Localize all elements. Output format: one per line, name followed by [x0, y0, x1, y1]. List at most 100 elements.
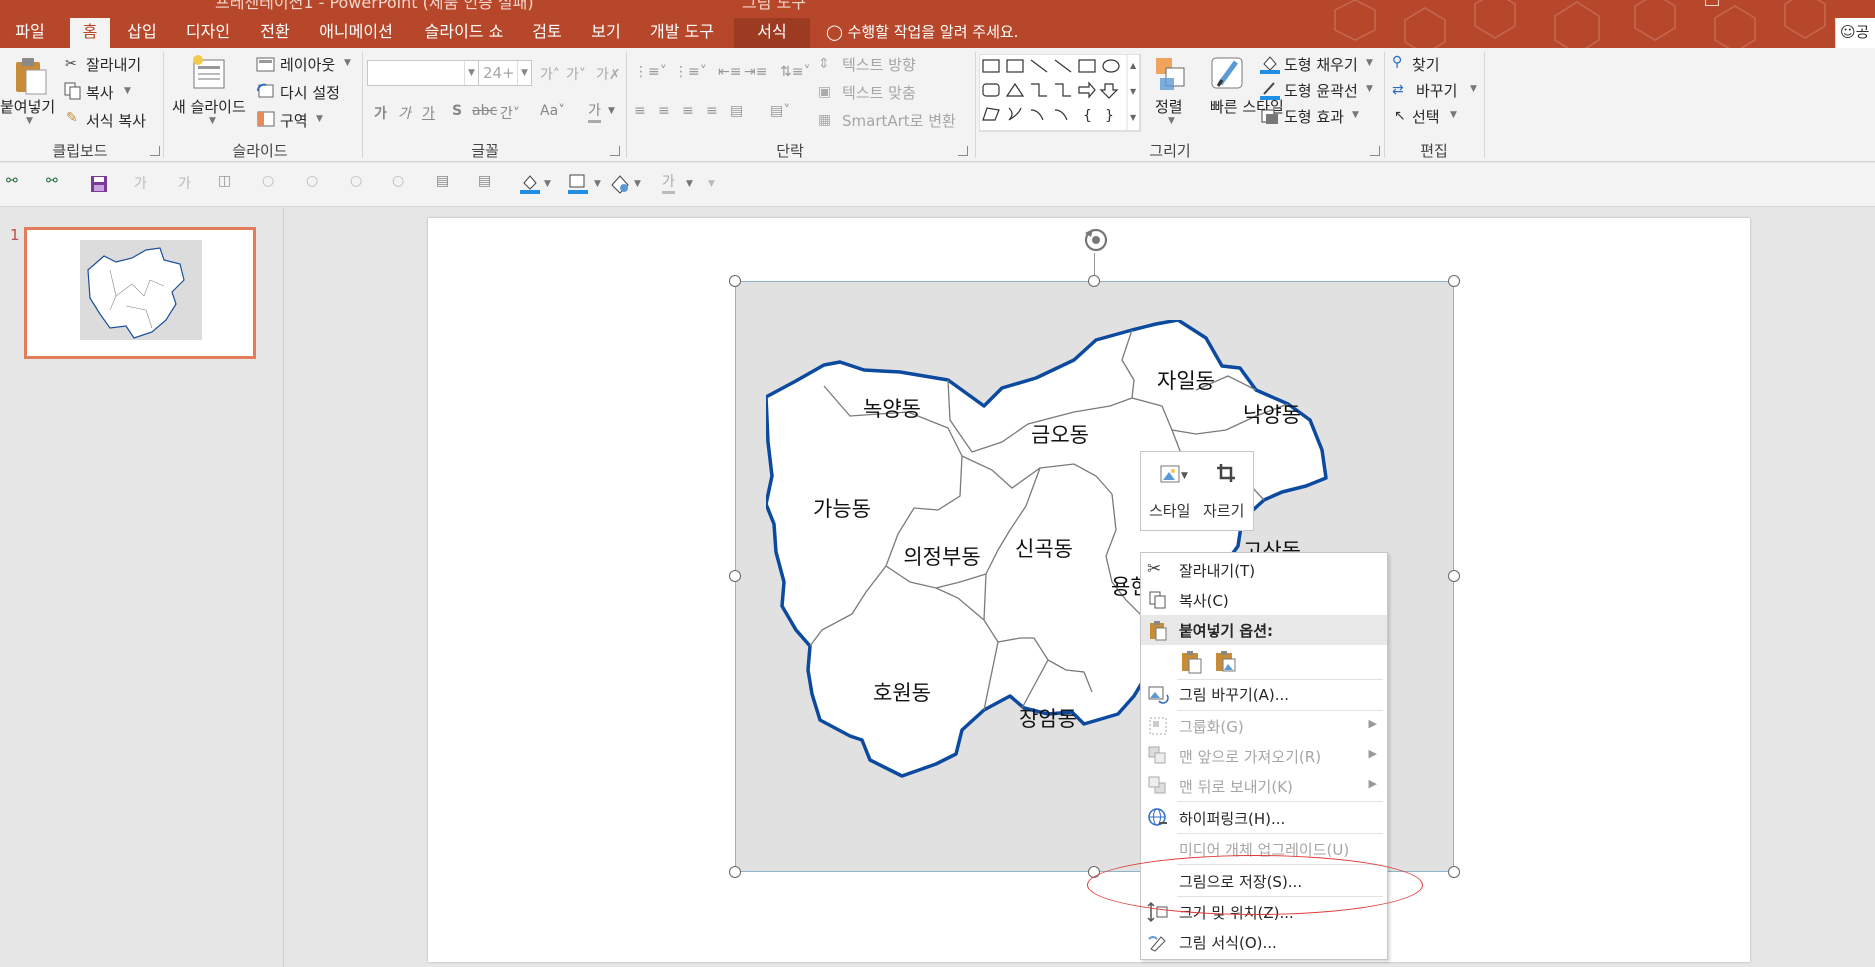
crop-icon[interactable]: [1215, 462, 1239, 486]
menu-item-bring-front[interactable]: 맨 앞으로 가져오기(R) ▶: [1141, 741, 1387, 771]
font-size-dropdown-icon[interactable]: ▼: [517, 61, 531, 85]
font-name-combo[interactable]: ▼: [367, 60, 479, 86]
clipboard-launcher-icon[interactable]: [150, 146, 160, 156]
shapes-gallery[interactable]: {} ▲ ▼ ▼: [979, 54, 1141, 132]
numbering-icon[interactable]: ⋮≡˅: [674, 64, 707, 80]
menu-item-format-picture[interactable]: 그림 서식(O)...: [1141, 927, 1387, 957]
fill-dropdown-icon[interactable]: ▼: [544, 179, 551, 189]
font-color-dropdown-icon[interactable]: ▼: [608, 106, 615, 116]
section-dropdown-icon[interactable]: ▼: [316, 114, 323, 124]
bold-icon[interactable]: 가: [374, 103, 387, 123]
tab-design[interactable]: 디자인: [180, 18, 236, 48]
text-style-icon[interactable]: 가: [134, 173, 147, 193]
text-color-dropdown-icon[interactable]: ▼: [686, 179, 693, 189]
merge-shapes-icon[interactable]: ○: [262, 173, 274, 189]
subtract-icon[interactable]: ○: [392, 173, 404, 189]
replace-button[interactable]: 바꾸기: [1416, 80, 1457, 101]
strikethrough-icon[interactable]: abc: [472, 103, 497, 119]
resize-handle-bottom-right[interactable]: [1448, 866, 1460, 878]
hierarchy-icon[interactable]: ⚯: [6, 173, 18, 189]
paste-button[interactable]: 붙여넣기: [0, 96, 55, 117]
resize-handle-top-right[interactable]: [1448, 275, 1460, 287]
new-slide-dropdown-icon[interactable]: ▼: [209, 116, 216, 126]
shape-outline-dropdown-icon[interactable]: ▼: [1366, 84, 1373, 94]
tab-view[interactable]: 보기: [584, 18, 628, 48]
mini-crop-label[interactable]: 자르기: [1203, 500, 1244, 521]
font-name-dropdown-icon[interactable]: ▼: [464, 61, 478, 85]
pen-dropdown-icon[interactable]: ▼: [594, 179, 601, 189]
menu-item-copy[interactable]: 복사(C): [1141, 585, 1387, 615]
text-direction-button[interactable]: 텍스트 방향: [842, 54, 916, 75]
resize-handle-top[interactable]: [1088, 275, 1100, 287]
intersect-icon[interactable]: ○: [350, 173, 362, 189]
restore-window-icon[interactable]: [1705, 0, 1719, 6]
pen-icon[interactable]: [568, 173, 588, 195]
shape-fill-button[interactable]: 도형 채우기: [1284, 54, 1358, 75]
new-slide-button[interactable]: 새 슬라이드: [172, 96, 246, 117]
share-button[interactable]: ☺공: [1835, 18, 1875, 48]
menu-item-hyperlink[interactable]: 하이퍼링크(H)...: [1141, 803, 1387, 833]
format-painter-button[interactable]: 서식 복사: [86, 110, 146, 131]
new-slide-icon[interactable]: [190, 54, 230, 94]
increase-indent-icon[interactable]: ⇥≡: [744, 64, 767, 80]
paragraph-launcher-icon[interactable]: [958, 146, 968, 156]
underline-icon[interactable]: 가: [422, 103, 435, 123]
paste-keep-source-icon[interactable]: [1179, 649, 1205, 675]
shadow-icon[interactable]: S: [452, 103, 462, 119]
font-color-icon[interactable]: 가: [588, 100, 601, 123]
distribute-icon[interactable]: ▤: [730, 103, 743, 119]
effects-dropdown-icon[interactable]: ▼: [634, 179, 641, 189]
italic-icon[interactable]: 가: [398, 103, 411, 123]
shape-outline-button[interactable]: 도형 윤곽선: [1284, 80, 1358, 101]
change-case-icon[interactable]: Aa˅: [540, 103, 565, 119]
resize-handle-bottom-left[interactable]: [729, 866, 741, 878]
align-center-icon[interactable]: ≡: [658, 103, 670, 119]
char-spacing-icon[interactable]: 간˅: [500, 103, 520, 123]
align-middle-icon[interactable]: ▤: [478, 173, 491, 189]
arrange-button[interactable]: 정렬: [1155, 96, 1183, 117]
bullets-icon[interactable]: ⋮≡˅: [634, 64, 667, 80]
chevron-down-icon[interactable]: ▼: [26, 116, 33, 126]
font-size-combo[interactable]: 24+ ▼: [478, 60, 532, 86]
mini-style-label[interactable]: 스타일: [1149, 500, 1190, 521]
resize-handle-left[interactable]: [729, 570, 741, 582]
align-top-icon[interactable]: ▤: [436, 173, 449, 189]
shape-effects-dropdown-icon[interactable]: ▼: [1352, 110, 1359, 120]
select-button[interactable]: 선택: [1412, 106, 1440, 127]
rotate-handle-icon[interactable]: [1079, 223, 1113, 257]
union-icon[interactable]: ○: [306, 173, 318, 189]
tab-insert[interactable]: 삽입: [122, 18, 162, 48]
cut-button[interactable]: 잘라내기: [86, 54, 141, 75]
select-dropdown-icon[interactable]: ▼: [1450, 110, 1457, 120]
resize-handle-right[interactable]: [1448, 570, 1460, 582]
drawing-launcher-icon[interactable]: [1370, 146, 1380, 156]
resize-handle-top-left[interactable]: [729, 275, 741, 287]
align-text-button[interactable]: 텍스트 맞춤: [842, 82, 916, 103]
picture-style-icon[interactable]: ▼: [1159, 462, 1189, 488]
menu-item-group[interactable]: 그룹화(G) ▶: [1141, 711, 1387, 741]
align-left-icon[interactable]: ≡: [634, 103, 646, 119]
clear-format-icon[interactable]: 가✗: [596, 64, 621, 84]
justify-icon[interactable]: ≡: [706, 103, 718, 119]
text-color-icon[interactable]: 가: [662, 171, 675, 194]
distribute-shapes-icon[interactable]: ◫: [218, 173, 231, 189]
align-right-icon[interactable]: ≡: [682, 103, 694, 119]
save-icon[interactable]: [90, 175, 108, 193]
menu-item-send-back[interactable]: 맨 뒤로 보내기(K) ▶: [1141, 771, 1387, 801]
quick-styles-icon[interactable]: [1208, 54, 1248, 94]
fill-bucket-icon[interactable]: [520, 173, 540, 195]
decrease-indent-icon[interactable]: ⇤≡: [718, 64, 741, 80]
tab-slideshow[interactable]: 슬라이드 쇼: [418, 18, 510, 48]
tab-home[interactable]: 홈: [70, 18, 110, 48]
layout-dropdown-icon[interactable]: ▼: [344, 58, 351, 68]
smartart-button[interactable]: SmartArt로 변환: [842, 110, 956, 131]
customize-qat-icon[interactable]: ▼: [708, 179, 715, 189]
tab-transitions[interactable]: 전환: [252, 18, 298, 48]
tab-animations[interactable]: 애니메이션: [314, 18, 398, 48]
tab-file[interactable]: 파일: [4, 18, 56, 48]
find-button[interactable]: 찾기: [1412, 54, 1440, 75]
tell-me-box[interactable]: ◯ 수행할 작업을 알려 주세요.: [826, 18, 1018, 48]
section-button[interactable]: 구역: [280, 110, 308, 131]
layout-button[interactable]: 레이아웃: [280, 54, 335, 75]
hierarchy-alt-icon[interactable]: ⚯: [46, 173, 58, 189]
